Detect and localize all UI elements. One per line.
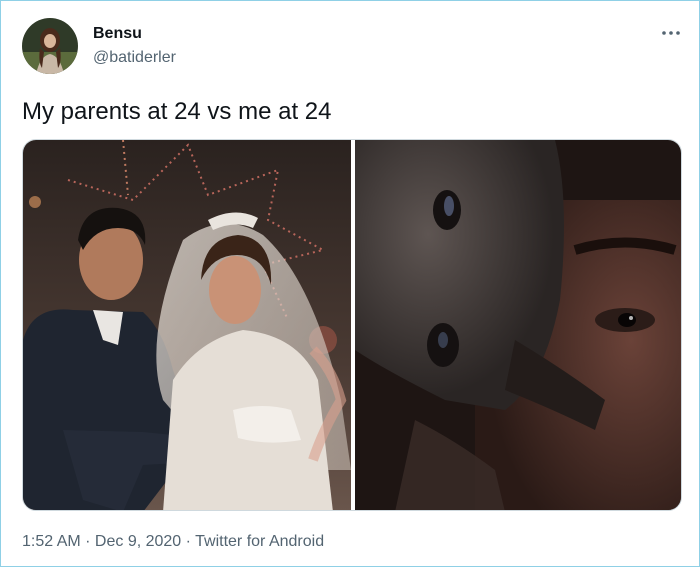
tweet-card: Bensu @batiderler My parents at 24 vs me…	[0, 0, 700, 567]
avatar[interactable]	[22, 18, 78, 74]
tweet-source-link[interactable]: Twitter for Android	[195, 533, 324, 550]
tweet-date[interactable]: Dec 9, 2020	[95, 533, 181, 550]
tweet-metadata: 1:52 AM · Dec 9, 2020 · Twitter for Andr…	[22, 531, 324, 553]
profile-photo-icon	[22, 18, 78, 74]
meta-separator: ·	[80, 533, 95, 550]
display-name[interactable]: Bensu	[93, 24, 142, 44]
tweet-text: My parents at 24 vs me at 24	[22, 98, 332, 125]
meta-separator: ·	[181, 533, 196, 550]
more-options-button[interactable]	[656, 23, 686, 43]
cat-selfie-image	[355, 140, 681, 510]
photo-wedding-couple[interactable]	[23, 140, 351, 510]
media-grid[interactable]	[22, 139, 682, 511]
wedding-photo-image	[23, 140, 351, 510]
photo-cat-selfie[interactable]	[355, 140, 681, 510]
user-handle[interactable]: @batiderler	[93, 48, 176, 68]
tweet-time[interactable]: 1:52 AM	[22, 533, 81, 550]
more-options-icon	[662, 31, 680, 35]
